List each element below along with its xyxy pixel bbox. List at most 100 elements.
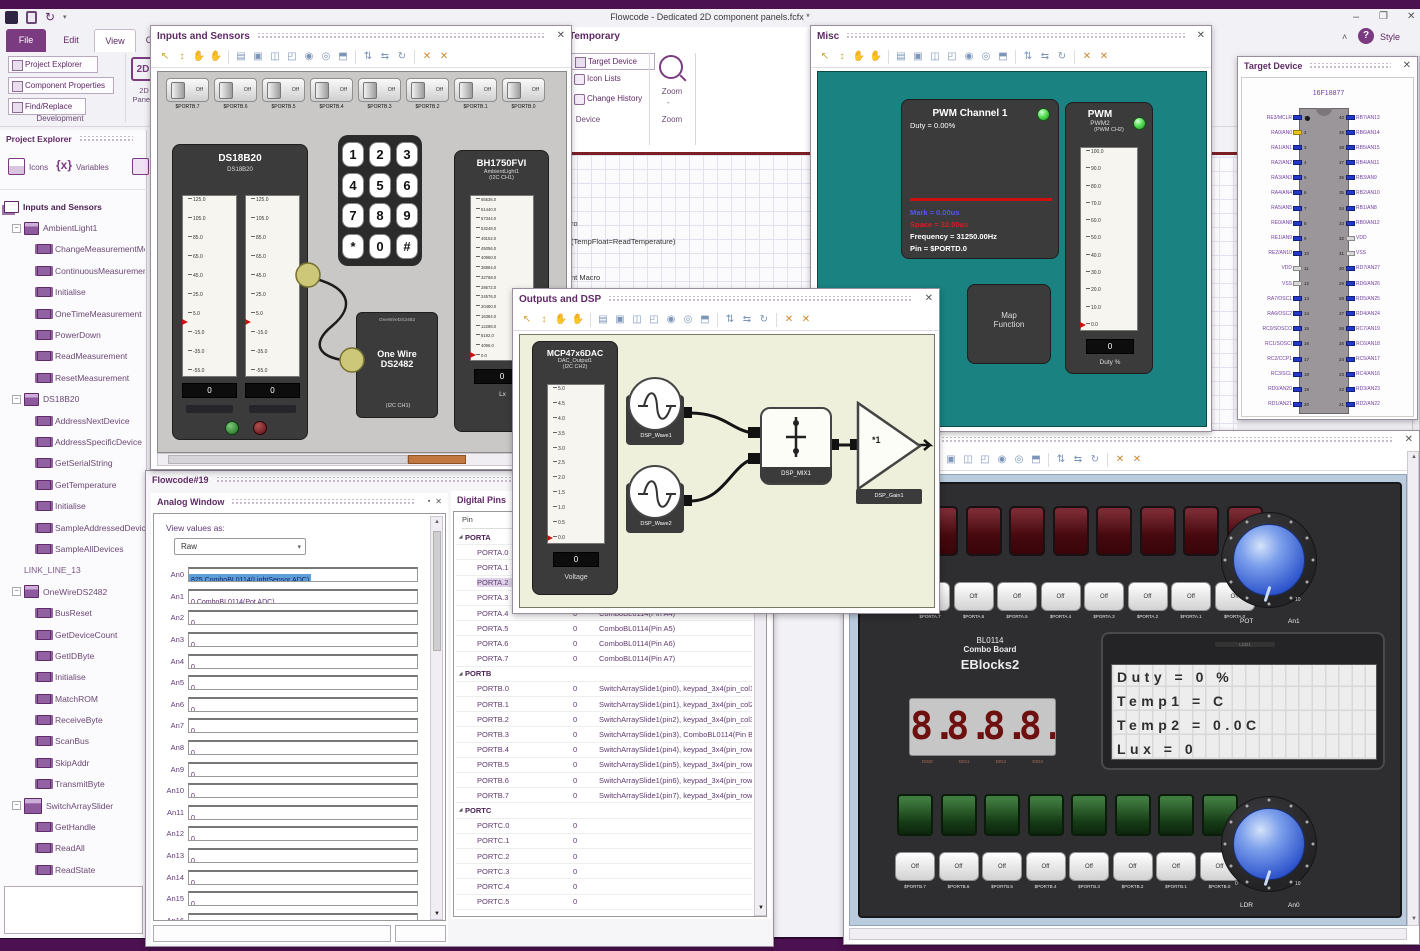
window-drag-handle[interactable] (846, 32, 1185, 40)
chip-pin[interactable]: 31 VSS (1332, 246, 1413, 261)
toolbar-icon[interactable]: ◉ (302, 49, 316, 64)
temp-slider-1[interactable]: 125.0 105.0 85.0 65.0 45.0 25.0 5.0 -15.0 -35.0 -… (182, 195, 237, 377)
tree-item[interactable]: − OneWireDS2482 (2, 581, 145, 602)
switch-handle[interactable] (411, 82, 425, 99)
port-switch[interactable]: Off $PORTB.2 (1112, 852, 1153, 889)
tree-item[interactable]: Initialise (2, 495, 145, 516)
analog-value-field[interactable]: 0 (188, 632, 418, 648)
tree-item[interactable]: Inputs and Sensors (2, 196, 145, 217)
dsp-wave2-component[interactable]: DSP_Wave2 (624, 465, 688, 535)
chip-pin[interactable]: RD0/AN20 19 (1244, 382, 1316, 397)
green-push-button[interactable] (1071, 794, 1107, 836)
keypad-key[interactable]: 1 (342, 142, 364, 167)
port-switch[interactable]: Off $PORTB.6 (938, 852, 979, 889)
digital-pin-row[interactable]: PORTC.4 0 (456, 879, 752, 895)
slide-switch[interactable]: Off $PORTB.4 (310, 78, 353, 110)
save-icon[interactable] (26, 11, 37, 24)
digital-pin-row[interactable]: PORTC.3 0 (456, 864, 752, 880)
toolbar-icon[interactable]: ◉ (962, 49, 976, 64)
toolbar-icon[interactable]: ✕ (1080, 49, 1094, 64)
toolbar-icon[interactable]: ✋ (192, 49, 206, 64)
toolbar-icon[interactable] (1015, 49, 1016, 64)
toolbar-icon[interactable]: ⇅ (723, 312, 737, 327)
analog-channel-row[interactable]: An0 825 ComboBL0114(LightSensor ADC) (156, 564, 424, 586)
component-properties-button[interactable]: Component Properties (8, 77, 114, 94)
close-icon[interactable]: ✕ (1403, 61, 1411, 71)
chip-pin[interactable]: 26 RC7/AN19 (1332, 321, 1413, 336)
analog-value-field[interactable]: 0 (188, 610, 418, 626)
off-button[interactable]: Off (938, 852, 979, 881)
toolbar-icon[interactable]: ▤ (596, 312, 610, 327)
toolbar-icon[interactable]: ▤ (234, 49, 248, 64)
chip-pin[interactable]: RE0/AN8 8 (1244, 216, 1316, 231)
variables-label[interactable]: Variables (76, 163, 109, 172)
analog-channel-row[interactable]: An7 0 (156, 715, 424, 737)
green-push-button[interactable] (984, 794, 1020, 836)
switch-body[interactable]: Off (310, 78, 353, 102)
keypad-key[interactable]: 0 (369, 233, 391, 259)
tree-item[interactable]: GetDeviceCount (2, 624, 145, 645)
tree-expander-icon[interactable]: − (12, 223, 21, 233)
analog-value-field[interactable]: 0 (188, 826, 418, 842)
scroll-down-icon[interactable]: ▼ (434, 911, 440, 917)
close-icon[interactable]: ✕ (1197, 31, 1205, 41)
toolbar-icon[interactable]: ⇅ (1054, 452, 1068, 467)
ldr-knob[interactable]: 0 10 (1219, 794, 1319, 894)
analog-channel-row[interactable]: An3 0 (156, 629, 424, 651)
toolbar-icon[interactable]: ↖ (520, 312, 534, 327)
tree-item[interactable]: GetIDByte (2, 645, 145, 666)
toolbar-icon[interactable]: ▣ (251, 49, 265, 64)
analog-channel-row[interactable]: An13 0 (156, 845, 424, 867)
digital-pin-row[interactable]: PORTC.5 0 (456, 895, 752, 910)
toolbar-icon[interactable]: ◰ (285, 49, 299, 64)
pwm-channel-component[interactable]: PWM Channel 1 Duty = 0.00% Mark = 0.00us… (901, 99, 1059, 259)
toolbar-icon[interactable] (228, 49, 229, 64)
chip-pin[interactable]: 39 RB6/AN14 (1332, 125, 1413, 140)
toolbar-icon[interactable]: ◰ (978, 452, 992, 467)
panel-drag-handle[interactable] (78, 135, 133, 143)
chip-pin[interactable]: 32 VDD (1332, 231, 1413, 246)
group-expander-icon[interactable]: ◢ (456, 671, 465, 677)
chip-pin[interactable]: RA7/OSC1 13 (1244, 291, 1316, 306)
temp-slider-2[interactable]: 125.0 105.0 85.0 65.0 45.0 25.0 5.0 -15.0 -35.0 -… (245, 195, 300, 377)
chip-pin[interactable]: 35 RB2/AN10 (1332, 185, 1413, 200)
keypad-key[interactable]: 7 (342, 203, 364, 228)
toolbar-icon[interactable]: ▤ (894, 49, 908, 64)
dsp-wave1-component[interactable]: DSP_Wave1 (624, 377, 688, 447)
chip-pin[interactable]: 23 RC4/AN16 (1332, 367, 1413, 382)
analog-channel-row[interactable]: An15 0 (156, 888, 424, 910)
off-button[interactable]: Off (1156, 852, 1196, 881)
slide-switch[interactable]: Off $PORTB.3 (358, 78, 401, 110)
toolbar-icon[interactable]: ⇆ (1038, 49, 1052, 64)
chip-pin[interactable]: RA5/AN5 7 (1244, 201, 1316, 216)
tree-item[interactable]: MatchROM (2, 688, 145, 709)
green-push-button[interactable] (1114, 794, 1151, 836)
port-switch[interactable]: Off $PORTA.2 (1127, 582, 1168, 619)
toolbar-icon[interactable]: ⬒ (336, 49, 350, 64)
chip-pin[interactable]: RC2/CCP1 17 (1244, 352, 1316, 367)
chip-pin[interactable]: VDD 11 (1244, 261, 1316, 276)
tree-expander-icon[interactable]: − (12, 394, 21, 404)
digital-pin-row[interactable]: PORTB.6 0 SwitchArraySlide1(pin6), keypa… (456, 773, 752, 789)
chip-pin[interactable]: RE2/AN10 10 (1244, 246, 1316, 261)
analog-value-field[interactable]: 0 (188, 912, 418, 920)
toolbar-icon[interactable] (1048, 452, 1049, 467)
window-drag-handle[interactable] (608, 295, 913, 303)
toolbar-icon[interactable]: ▣ (613, 312, 627, 327)
port-switch[interactable]: Off $PORTB.5 (982, 852, 1022, 889)
help-icon[interactable]: ? (1358, 28, 1374, 44)
toolbar-icon[interactable] (888, 49, 889, 64)
slide-switch[interactable]: Off $PORTB.0 (502, 78, 545, 110)
toolbar-icon[interactable] (1074, 49, 1075, 64)
digital-pin-row[interactable]: PORTC.2 0 (456, 849, 752, 865)
tree-expander-icon[interactable]: − (12, 587, 21, 597)
toolbar-icon[interactable]: ✋ (869, 49, 883, 64)
keypad-key[interactable]: 9 (396, 203, 418, 228)
analog-value-field[interactable]: 0 (188, 804, 418, 820)
minimize-button[interactable]: – (1353, 12, 1359, 23)
toolbar-icon[interactable]: ⬒ (698, 312, 712, 327)
toolbar-icon[interactable] (776, 312, 777, 327)
digital-pin-row[interactable]: PORTA.7 0 ComboBL0114(Pin A7) (456, 652, 752, 667)
port-switch[interactable]: Off $PORTB.7 (895, 852, 935, 889)
off-button[interactable]: Off (895, 852, 935, 881)
